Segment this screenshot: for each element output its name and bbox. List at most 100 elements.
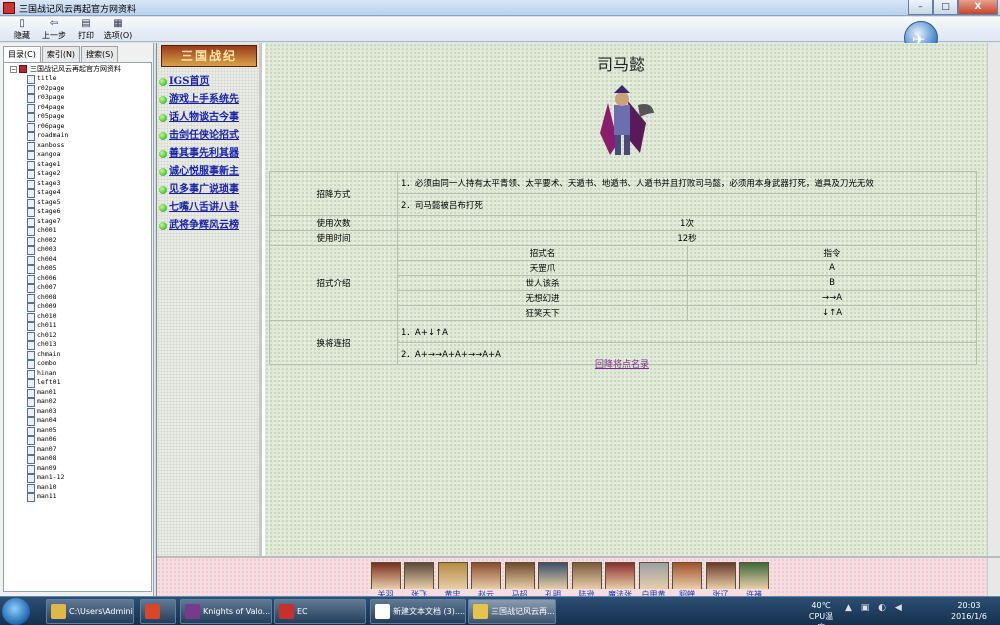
tree-item[interactable]: stage2 — [4, 169, 151, 179]
tree-item[interactable]: man03 — [4, 407, 151, 416]
taskbar-item[interactable]: C:\Users\Admini... — [46, 599, 134, 624]
tree-item[interactable]: r03page — [4, 93, 151, 103]
tree-item[interactable]: stage4 — [4, 188, 151, 198]
tree-item[interactable]: man10 — [4, 483, 151, 492]
moves-name-header: 招式名 — [397, 245, 688, 261]
options-button[interactable]: ▦ 选项(O) — [102, 18, 134, 41]
site-menu-link[interactable]: 武将争辉风云榜 — [159, 217, 239, 235]
tree-item[interactable]: man02 — [4, 397, 151, 407]
tree-item[interactable]: ch011 — [4, 321, 151, 331]
tab-index[interactable]: 索引(N) — [41, 46, 81, 62]
tree-item[interactable]: hinan — [4, 369, 151, 378]
character-link[interactable]: 张飞 — [402, 562, 436, 600]
site-menu-link[interactable]: 见多事广说琐事 — [159, 181, 239, 199]
bottom-scrollbar[interactable] — [987, 558, 1000, 596]
character-link[interactable]: 许褚 — [737, 562, 771, 600]
tree-item[interactable]: stage5 — [4, 198, 151, 207]
character-link[interactable]: 马超 — [503, 562, 536, 600]
time-label: 使用时间 — [269, 230, 398, 246]
app-icon — [375, 604, 390, 619]
tree-item[interactable]: r06page — [4, 122, 151, 131]
hide-button[interactable]: ▯ 隐藏 — [6, 18, 38, 41]
clock[interactable]: 20:03 2016/1/6 — [944, 600, 994, 622]
close-button[interactable]: X — [958, 0, 998, 15]
site-menu-link[interactable]: 游戏上手系统先 — [159, 91, 239, 109]
character-link[interactable]: 赵云 — [469, 562, 503, 600]
taskbar-item[interactable]: EC — [274, 599, 366, 624]
moves-label: 招式介绍 — [269, 245, 398, 321]
taskbar-item[interactable] — [140, 599, 176, 624]
tab-search[interactable]: 搜索(S) — [81, 46, 119, 62]
site-menu-link[interactable]: 击剑任侠论招式 — [159, 127, 239, 145]
character-link[interactable]: 白甲黄 — [637, 562, 670, 600]
tree-item[interactable]: r02page — [4, 84, 151, 93]
tree-item[interactable]: r05page — [4, 112, 151, 122]
character-link[interactable]: 黄忠 — [436, 562, 469, 600]
character-link[interactable]: 张辽 — [704, 562, 737, 600]
game-logo[interactable]: 三国战纪 — [161, 45, 257, 67]
tree-item[interactable]: ch002 — [4, 236, 151, 245]
character-link[interactable]: 陆逊 — [570, 562, 603, 600]
tree-item[interactable]: stage1 — [4, 160, 151, 169]
move-name: 世人该杀 — [397, 275, 688, 291]
tree-item[interactable]: left01 — [4, 378, 151, 388]
site-menu-link[interactable]: 七嘴八舌讲八卦 — [159, 199, 239, 217]
tree-item[interactable]: man1-12 — [4, 473, 151, 483]
tree-item[interactable]: man04 — [4, 416, 151, 426]
print-button[interactable]: ▤ 打印 — [70, 18, 102, 41]
tree-item[interactable]: man11 — [4, 492, 151, 502]
minimize-button[interactable]: – — [908, 0, 933, 15]
main-scrollbar[interactable] — [987, 43, 1000, 556]
tree-item[interactable]: ch007 — [4, 283, 151, 293]
tree-item[interactable]: man09 — [4, 464, 151, 473]
tree-item[interactable]: ch003 — [4, 245, 151, 255]
tree-item[interactable]: chmain — [4, 350, 151, 359]
contents-tree[interactable]: − 三国战记风云再起官方网资料 title r02page r03page r04pag… — [3, 62, 152, 592]
tree-item[interactable]: roadmain — [4, 131, 151, 141]
site-menu-link[interactable]: IGS首页 — [159, 73, 239, 91]
collapse-toggle-icon[interactable]: − — [10, 65, 17, 73]
tree-item[interactable]: man01 — [4, 388, 151, 397]
tree-item[interactable]: man06 — [4, 435, 151, 445]
tray-icons[interactable]: ▲ ▣ ◐ ◀ — [845, 603, 907, 619]
maximize-button[interactable]: □ — [933, 0, 958, 15]
tree-item[interactable]: man07 — [4, 445, 151, 454]
tree-item[interactable]: ch008 — [4, 293, 151, 302]
back-button[interactable]: ⇦ 上一步 — [38, 18, 70, 41]
back-to-list-link[interactable]: 回降将点名录 — [595, 357, 649, 370]
tree-item[interactable]: ch009 — [4, 302, 151, 312]
taskbar-item[interactable]: Knights of Valo... — [180, 599, 272, 624]
tree-item[interactable]: ch006 — [4, 274, 151, 283]
tree-item[interactable]: man08 — [4, 454, 151, 464]
site-menu-link[interactable]: 诚心悦服事新主 — [159, 163, 239, 181]
tree-item[interactable]: stage7 — [4, 217, 151, 226]
tree-item[interactable]: ch001 — [4, 226, 151, 236]
tree-item[interactable]: xangoa — [4, 150, 151, 160]
tree-item[interactable]: stage6 — [4, 207, 151, 217]
tree-item[interactable]: r04page — [4, 103, 151, 112]
tree-item[interactable]: ch005 — [4, 264, 151, 274]
taskbar-item[interactable]: 三国战记风云再... — [468, 599, 556, 624]
tree-item[interactable]: stage3 — [4, 179, 151, 188]
character-link[interactable]: 貂蝉 — [670, 562, 704, 600]
tree-item[interactable]: combo — [4, 359, 151, 369]
character-link[interactable]: 孔明 — [536, 562, 570, 600]
start-button[interactable] — [2, 598, 30, 625]
taskbar-item[interactable]: 新建文本文档 (3).... — [370, 599, 466, 624]
window-title: 三国战记风云再起官方网资料 — [19, 5, 137, 15]
tab-contents[interactable]: 目录(C) — [3, 46, 41, 62]
site-menu-link[interactable]: 善其事先利其器 — [159, 145, 239, 163]
tree-item[interactable]: man05 — [4, 426, 151, 435]
tree-item[interactable]: ch004 — [4, 255, 151, 264]
character-link[interactable]: 魔法张 — [603, 562, 637, 600]
character-portrait — [504, 562, 535, 590]
tree-item[interactable]: ch010 — [4, 312, 151, 321]
tree-item[interactable]: xanboss — [4, 141, 151, 150]
character-link[interactable]: 关羽 — [369, 562, 402, 600]
tree-root[interactable]: − 三国战记风云再起官方网资料 — [4, 65, 151, 74]
site-menu-link[interactable]: 话人物谈古今事 — [159, 109, 239, 127]
tree-item[interactable]: ch012 — [4, 331, 151, 340]
tree-item[interactable]: title — [4, 74, 151, 84]
tree-item[interactable]: ch013 — [4, 340, 151, 350]
character-portrait — [571, 562, 602, 590]
